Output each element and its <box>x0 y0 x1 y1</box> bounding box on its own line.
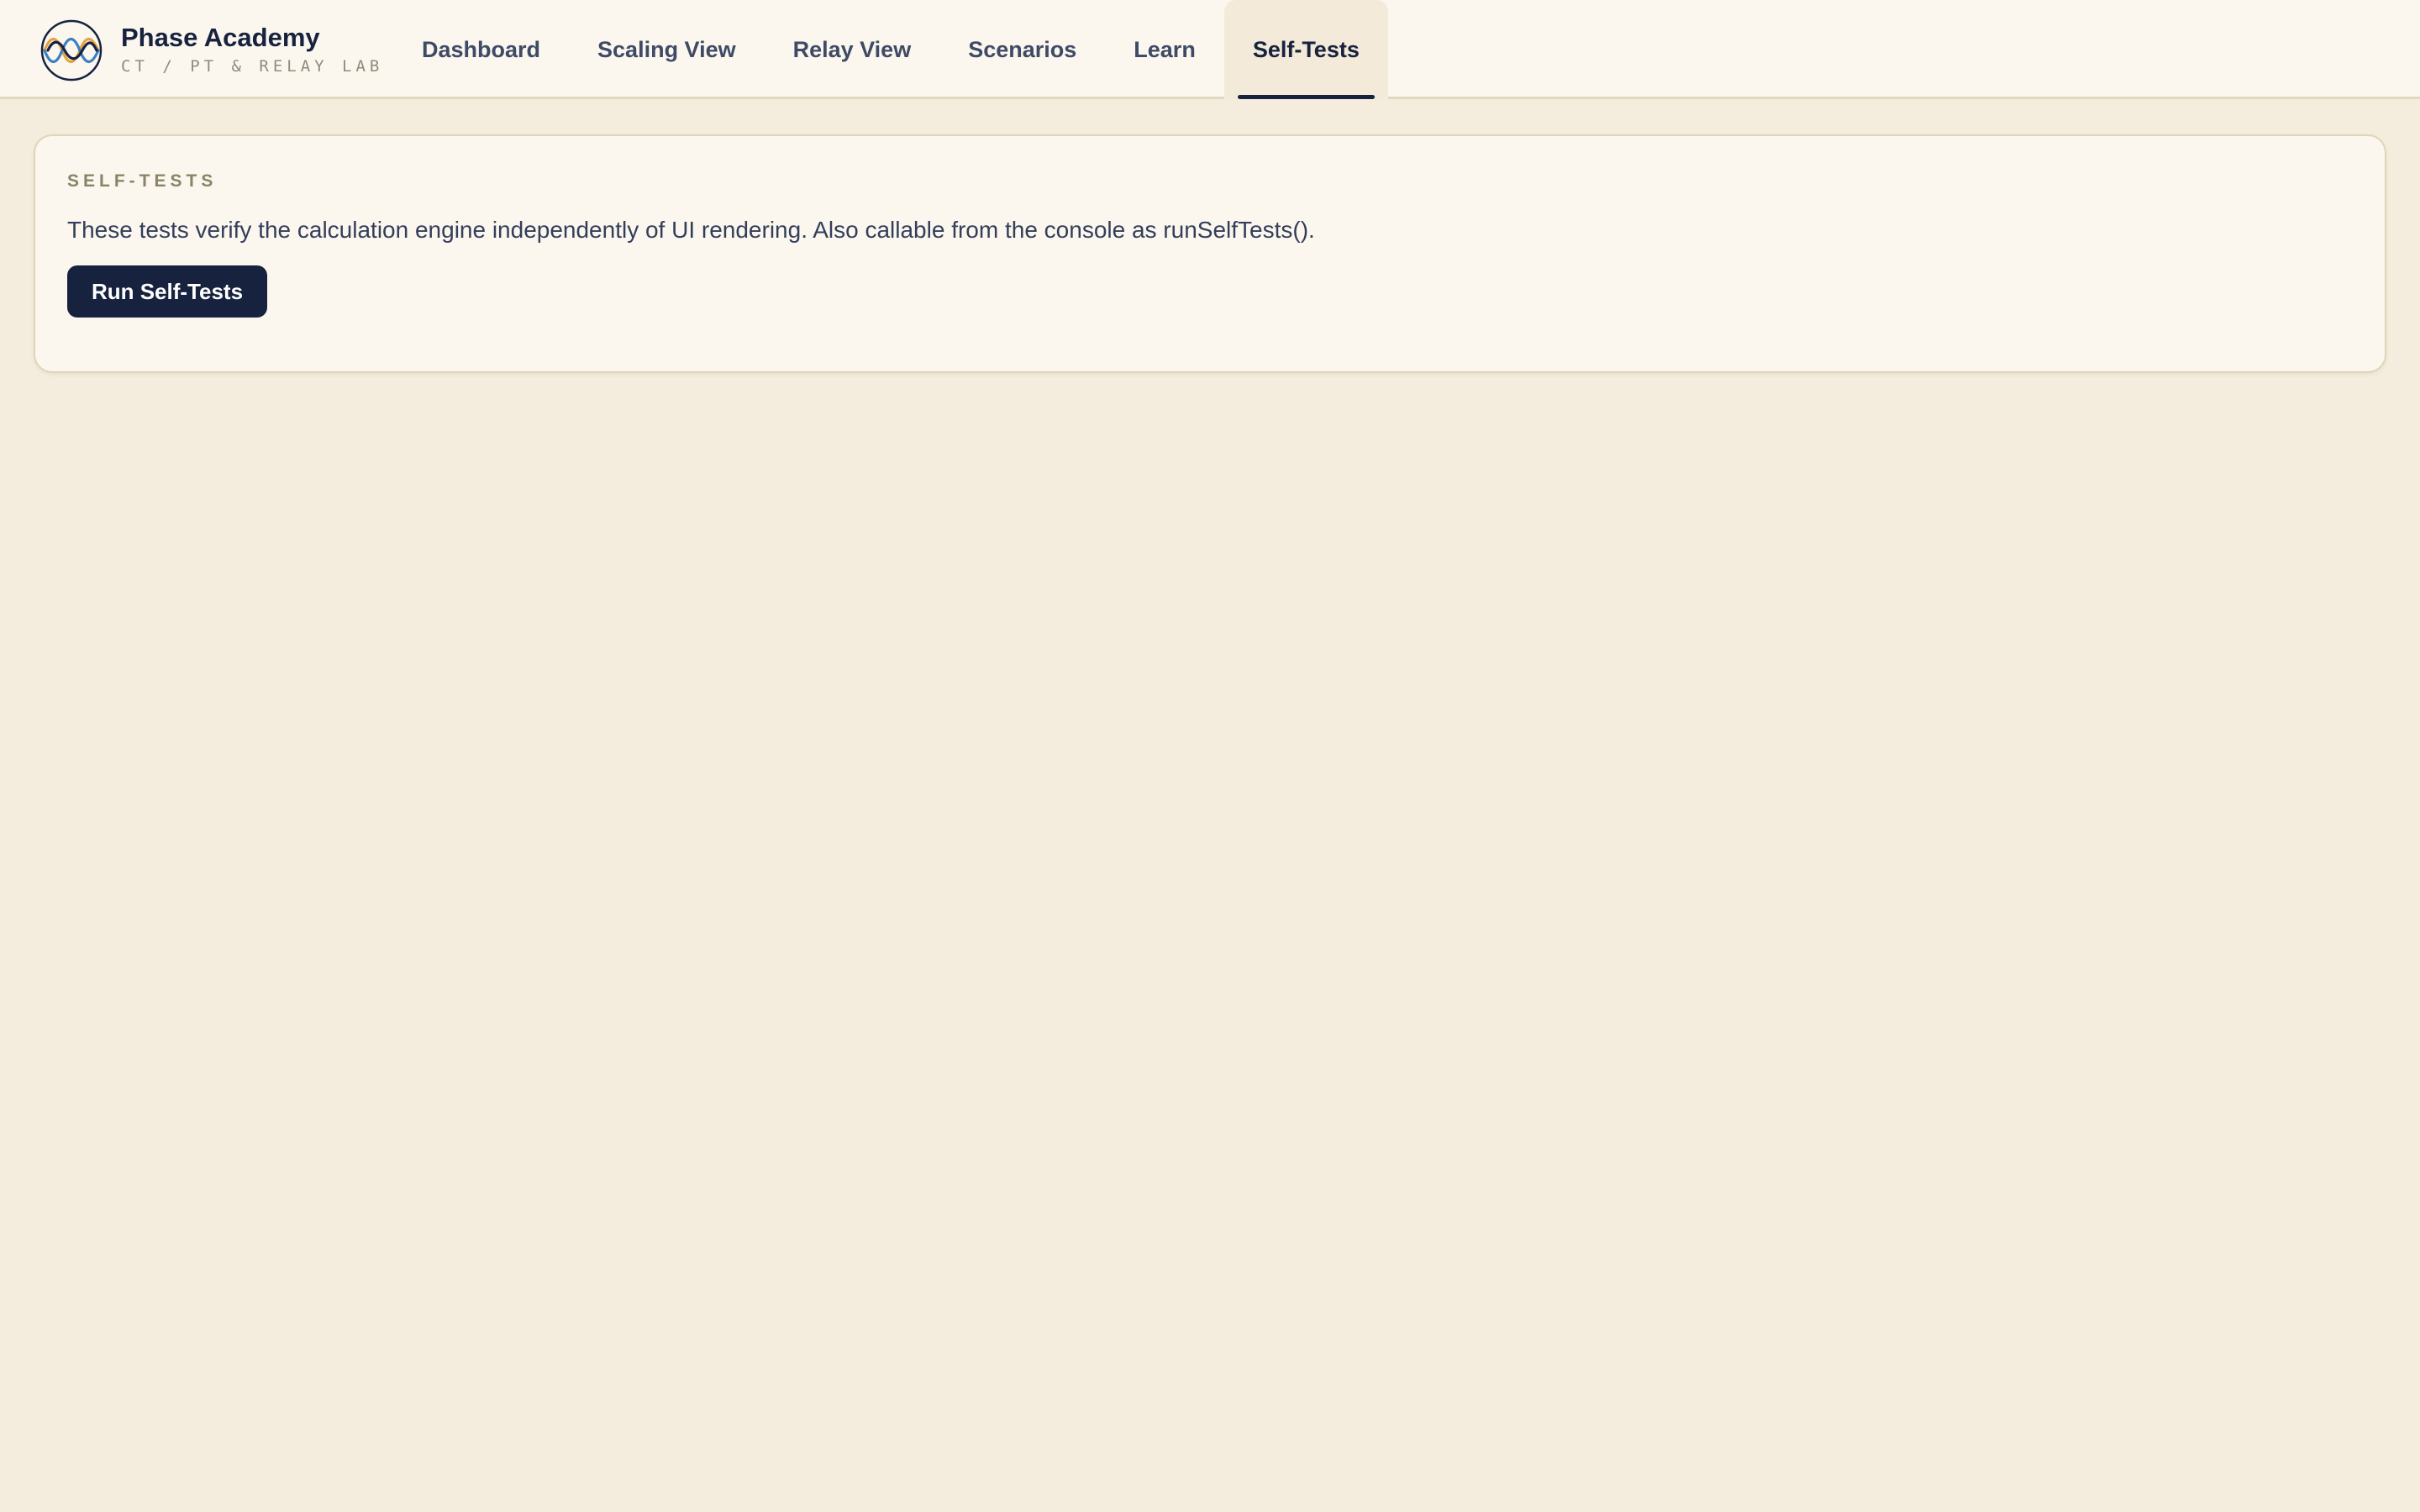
app-subtitle: CT / PT & RELAY LAB <box>121 57 384 76</box>
brand-text: Phase Academy CT / PT & RELAY LAB <box>121 23 383 78</box>
tab-scenarios[interactable]: Scenarios <box>939 0 1105 99</box>
tab-relay-view[interactable]: Relay View <box>765 0 940 99</box>
self-tests-card: SELF-TESTS These tests verify the calcul… <box>34 134 2386 373</box>
run-self-tests-button[interactable]: Run Self-Tests <box>67 265 267 318</box>
top-navigation-bar: Phase Academy CT / PT & RELAY LAB Dashbo… <box>0 0 2420 99</box>
tab-learn[interactable]: Learn <box>1105 0 1224 99</box>
tab-dashboard[interactable]: Dashboard <box>393 0 569 99</box>
main-nav: Dashboard Scaling View Relay View Scenar… <box>393 0 1388 99</box>
section-eyebrow: SELF-TESTS <box>67 171 218 191</box>
tab-scaling-view[interactable]: Scaling View <box>569 0 765 99</box>
sine-wave-logo-icon <box>40 19 103 81</box>
brand[interactable]: Phase Academy CT / PT & RELAY LAB <box>40 18 383 82</box>
tab-self-tests[interactable]: Self-Tests <box>1223 0 1388 99</box>
app-name: Phase Academy <box>121 23 320 52</box>
self-tests-description: These tests verify the calculation engin… <box>67 217 1315 243</box>
